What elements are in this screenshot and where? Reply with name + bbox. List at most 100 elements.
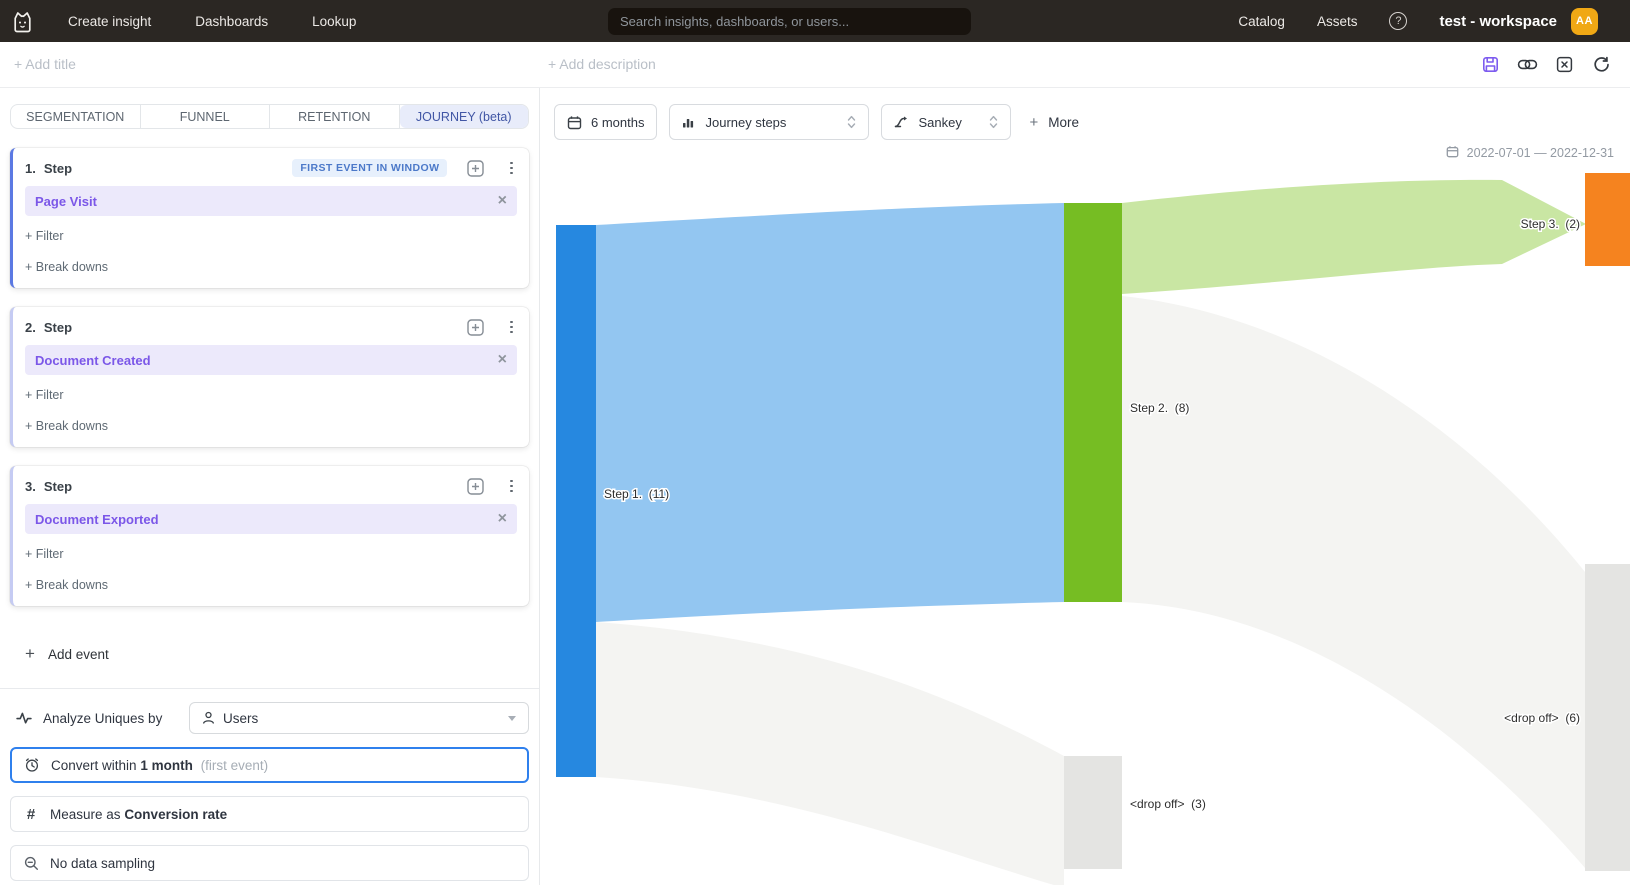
measure-text: Measure as Conversion rate bbox=[50, 807, 227, 822]
date-range-button[interactable]: 6 months bbox=[554, 104, 657, 140]
clear-result-icon[interactable] bbox=[1555, 55, 1574, 74]
more-options-button[interactable]: + More bbox=[1029, 114, 1079, 131]
step-card-3-header: 3. Step bbox=[25, 476, 517, 496]
event-name: Document Exported bbox=[35, 512, 159, 527]
add-filter-button[interactable]: + Filter bbox=[25, 229, 517, 245]
sankey-node-dropoff-1[interactable] bbox=[1064, 756, 1122, 869]
event-pill[interactable]: Document Created × bbox=[25, 345, 517, 375]
analyze-by-select[interactable]: Users bbox=[189, 702, 529, 734]
tab-funnel[interactable]: FUNNEL bbox=[141, 105, 271, 128]
visualization-select-value: Sankey bbox=[918, 115, 961, 130]
sankey-node-step1[interactable] bbox=[556, 225, 596, 777]
add-event-label: Add event bbox=[48, 647, 109, 662]
visualization-select[interactable]: Sankey bbox=[881, 104, 1011, 140]
step-number: 2. bbox=[25, 320, 36, 335]
primary-nav: Create insight Dashboards Lookup bbox=[68, 14, 356, 29]
sankey-node-step3[interactable] bbox=[1585, 173, 1630, 266]
tab-segmentation[interactable]: SEGMENTATION bbox=[11, 105, 141, 128]
nav-lookup[interactable]: Lookup bbox=[312, 14, 356, 29]
convert-suffix: (first event) bbox=[201, 758, 269, 773]
event-name: Document Created bbox=[35, 353, 151, 368]
tab-retention[interactable]: RETENTION bbox=[270, 105, 400, 128]
avatar[interactable]: AA bbox=[1571, 8, 1598, 35]
remove-event-icon[interactable]: × bbox=[498, 352, 507, 368]
bar-chart-icon bbox=[682, 115, 696, 129]
save-icon[interactable] bbox=[1481, 55, 1500, 74]
nav-catalog[interactable]: Catalog bbox=[1238, 14, 1285, 29]
step-card-1: 1. Step FIRST EVENT IN WINDOW Page Visit… bbox=[10, 148, 529, 288]
add-breakdowns-button[interactable]: + Break downs bbox=[25, 419, 517, 435]
add-breakdowns-button[interactable]: + Break downs bbox=[25, 578, 517, 594]
plus-icon: + bbox=[25, 644, 35, 664]
metric-select[interactable]: Journey steps bbox=[669, 104, 869, 140]
event-pill[interactable]: Page Visit × bbox=[25, 186, 517, 216]
add-step-icon[interactable] bbox=[467, 319, 484, 336]
step-number: 1. bbox=[25, 161, 36, 176]
add-breakdowns-button[interactable]: + Break downs bbox=[25, 260, 517, 276]
measure-as-box[interactable]: # Measure as Conversion rate bbox=[10, 796, 529, 832]
add-description-field[interactable]: + Add description bbox=[548, 56, 656, 72]
person-icon bbox=[202, 711, 215, 725]
sankey-chart: Step 1. (11) Step 2. (8) Step 3. (2) <dr… bbox=[540, 140, 1630, 885]
remove-event-icon[interactable]: × bbox=[498, 193, 507, 209]
sankey-node-dropoff-2[interactable] bbox=[1585, 564, 1630, 871]
step-menu-icon[interactable] bbox=[506, 160, 517, 177]
sankey-label-step2: Step 2. (8) bbox=[1130, 401, 1189, 415]
step-menu-icon[interactable] bbox=[506, 319, 517, 336]
chart-panel: 6 months Journey steps bbox=[540, 88, 1630, 885]
insight-actions bbox=[1481, 55, 1610, 74]
step-title: Step bbox=[44, 161, 72, 176]
sankey-link-step1-dropoff[interactable] bbox=[596, 622, 1064, 885]
chevron-down-icon bbox=[508, 716, 516, 721]
magnifier-minus-icon bbox=[23, 856, 39, 871]
analyze-row: Analyze Uniques by Users bbox=[10, 702, 529, 734]
nav-create-insight[interactable]: Create insight bbox=[68, 14, 151, 29]
step-card-2: 2. Step Document Created × + Filter + Br… bbox=[10, 307, 529, 447]
sankey-label-dropoff-2: <drop off> (6) bbox=[1504, 711, 1580, 725]
step-card-1-header: 1. Step FIRST EVENT IN WINDOW bbox=[25, 158, 517, 178]
convert-value: 1 month bbox=[140, 758, 193, 773]
app: Create insight Dashboards Lookup Catalog… bbox=[0, 0, 1630, 885]
measure-prefix: Measure as bbox=[50, 807, 121, 822]
hash-icon: # bbox=[23, 806, 39, 823]
add-step-icon[interactable] bbox=[467, 160, 484, 177]
sankey-link-step2-step3[interactable] bbox=[1122, 180, 1586, 294]
nav-dashboards[interactable]: Dashboards bbox=[195, 14, 268, 29]
step-number: 3. bbox=[25, 479, 36, 494]
sampling-label: No data sampling bbox=[50, 856, 155, 871]
sankey-label-step1: Step 1. (11) bbox=[604, 487, 669, 501]
data-sampling-box[interactable]: No data sampling bbox=[10, 845, 529, 881]
workspace-name[interactable]: test - workspace bbox=[1439, 13, 1557, 30]
sankey-link-step2-dropoff[interactable] bbox=[1122, 296, 1585, 868]
calendar-icon bbox=[567, 115, 582, 130]
sankey-label-step3: Step 3. (2) bbox=[1521, 217, 1580, 231]
add-filter-button[interactable]: + Filter bbox=[25, 388, 517, 404]
metric-select-value: Journey steps bbox=[705, 115, 786, 130]
step-card-3: 3. Step Document Exported × + Filter + B… bbox=[10, 466, 529, 606]
refresh-icon[interactable] bbox=[1591, 55, 1610, 74]
remove-event-icon[interactable]: × bbox=[498, 511, 507, 527]
sankey-link-step1-step2[interactable] bbox=[596, 203, 1064, 622]
sankey-label-dropoff-1: <drop off> (3) bbox=[1130, 797, 1206, 811]
nav-assets[interactable]: Assets bbox=[1317, 14, 1358, 29]
convert-within-box[interactable]: Convert within 1 month (first event) bbox=[10, 747, 529, 783]
search-input[interactable] bbox=[608, 8, 971, 35]
analyze-label: Analyze Uniques by bbox=[43, 711, 162, 726]
add-step-icon[interactable] bbox=[467, 478, 484, 495]
convert-text: Convert within 1 month (first event) bbox=[51, 758, 268, 773]
event-pill[interactable]: Document Exported × bbox=[25, 504, 517, 534]
tab-journey[interactable]: JOURNEY (beta) bbox=[400, 105, 529, 128]
add-filter-button[interactable]: + Filter bbox=[25, 547, 517, 563]
copy-link-icon[interactable] bbox=[1517, 55, 1538, 74]
event-name: Page Visit bbox=[35, 194, 97, 209]
select-spinner-icon bbox=[847, 114, 856, 130]
help-icon[interactable]: ? bbox=[1389, 12, 1407, 30]
sankey-node-step2[interactable] bbox=[1064, 203, 1122, 602]
select-spinner-icon bbox=[989, 114, 998, 130]
top-navbar: Create insight Dashboards Lookup Catalog… bbox=[0, 0, 1630, 42]
add-title-field[interactable]: + Add title bbox=[14, 56, 76, 72]
analyze-by-value: Users bbox=[223, 711, 258, 726]
step-menu-icon[interactable] bbox=[506, 478, 517, 495]
brand-logo[interactable] bbox=[8, 7, 36, 35]
add-event-button[interactable]: + Add event bbox=[10, 644, 529, 664]
